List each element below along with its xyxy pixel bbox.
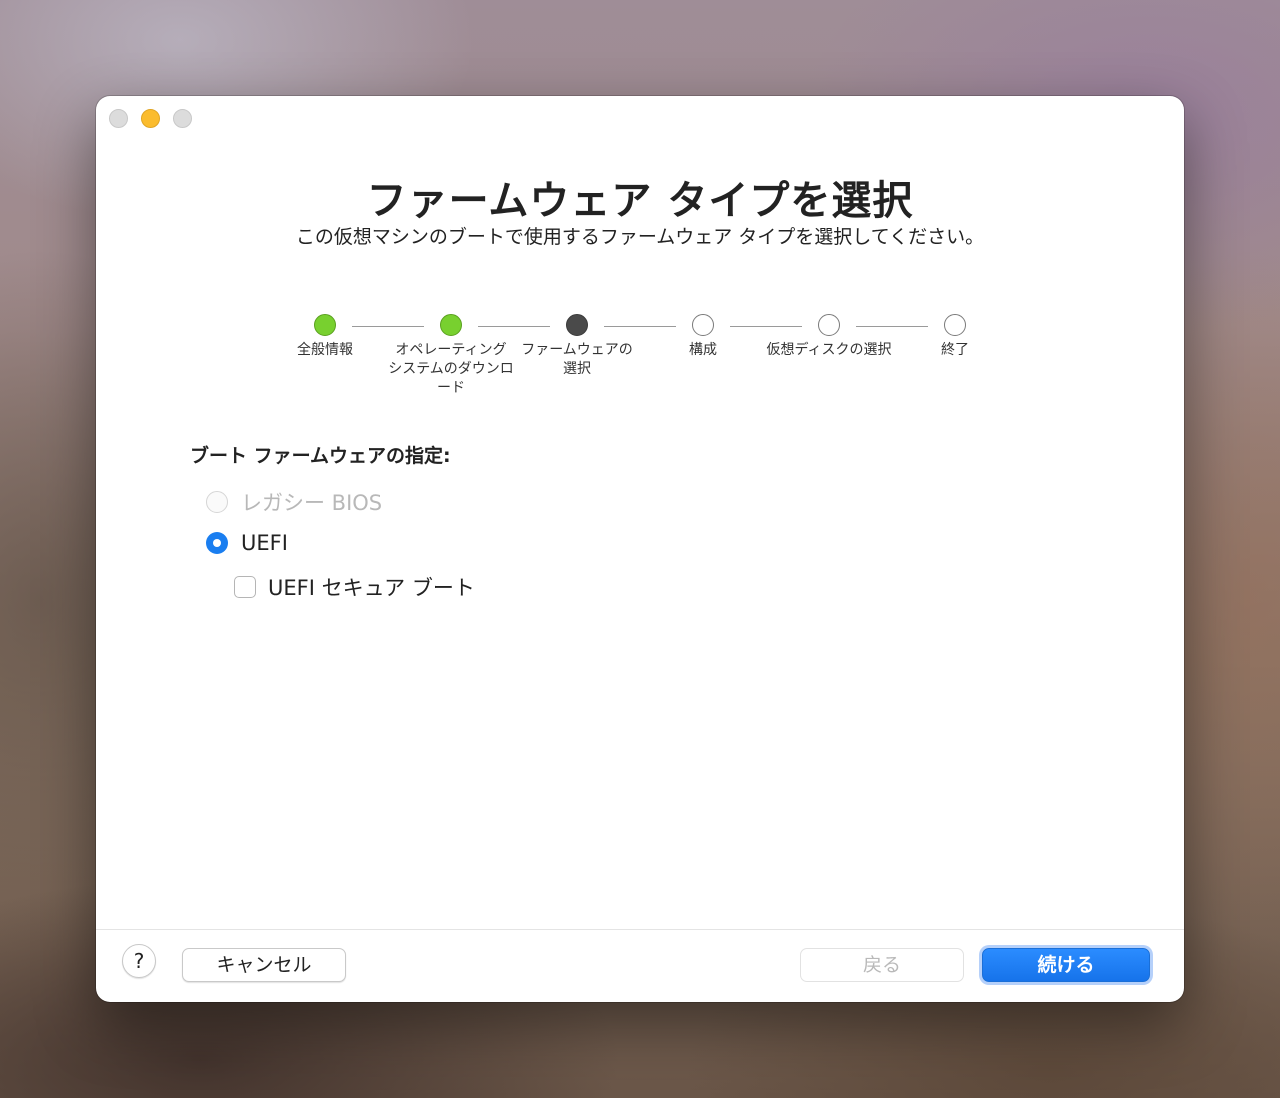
secure-boot-label: UEFI セキュア ブート: [268, 576, 475, 600]
step-label: 終了: [941, 342, 969, 358]
secure-boot-checkbox[interactable]: [234, 576, 256, 598]
page-subtitle: この仮想マシンのブートで使用するファームウェア タイプを選択してください。: [295, 226, 985, 248]
secure-boot-option[interactable]: UEFI セキュア ブート: [234, 572, 475, 602]
step-label: オペレーティング システムのダウンロ ード: [388, 342, 514, 396]
help-button[interactable]: ?: [122, 944, 156, 978]
uefi-label: UEFI: [241, 531, 288, 555]
boot-firmware-label: ブート ファームウェアの指定:: [190, 445, 451, 467]
page-title: ファームウェア タイプを選択: [366, 178, 914, 224]
back-button[interactable]: 戻る: [800, 948, 964, 982]
step-dot: [944, 314, 966, 336]
step-finish: 終了: [890, 314, 1020, 360]
step-label: 構成: [689, 342, 717, 358]
step-label: 全般情報: [297, 342, 353, 358]
step-virtual-disk: 仮想ディスクの選択: [764, 314, 894, 360]
step-label: ファームウェアの 選択: [521, 342, 633, 377]
step-dot: [818, 314, 840, 336]
step-general-info: 全般情報: [260, 314, 390, 360]
cancel-button[interactable]: キャンセル: [182, 948, 346, 982]
zoom-button[interactable]: [173, 109, 192, 128]
step-firmware-select: ファームウェアの 選択: [512, 314, 642, 379]
assistant-window: ファームウェア タイプを選択 この仮想マシンのブートで使用するファームウェア タ…: [96, 96, 1184, 1002]
uefi-option[interactable]: UEFI: [206, 531, 288, 555]
continue-button[interactable]: 続ける: [982, 948, 1150, 982]
legacy-bios-label: レガシー BIOS: [241, 491, 383, 515]
legacy-bios-option[interactable]: レガシー BIOS: [206, 487, 382, 517]
step-label: 仮想ディスクの選択: [766, 342, 892, 358]
legacy-bios-radio[interactable]: [206, 491, 228, 513]
footer-divider: [96, 929, 1184, 930]
close-button[interactable]: [109, 109, 128, 128]
window-controls: [109, 109, 192, 128]
minimize-button[interactable]: [141, 109, 160, 128]
step-dot: [692, 314, 714, 336]
step-indicator: 全般情報 オペレーティング システムのダウンロ ード ファームウェアの 選択 構成 仮…: [96, 314, 1184, 404]
uefi-radio[interactable]: [206, 532, 228, 554]
step-os-download: オペレーティング システムのダウンロ ード: [386, 314, 516, 398]
step-dot: [440, 314, 462, 336]
step-configuration: 構成: [638, 314, 768, 360]
step-dot: [314, 314, 336, 336]
step-dot: [566, 314, 588, 336]
